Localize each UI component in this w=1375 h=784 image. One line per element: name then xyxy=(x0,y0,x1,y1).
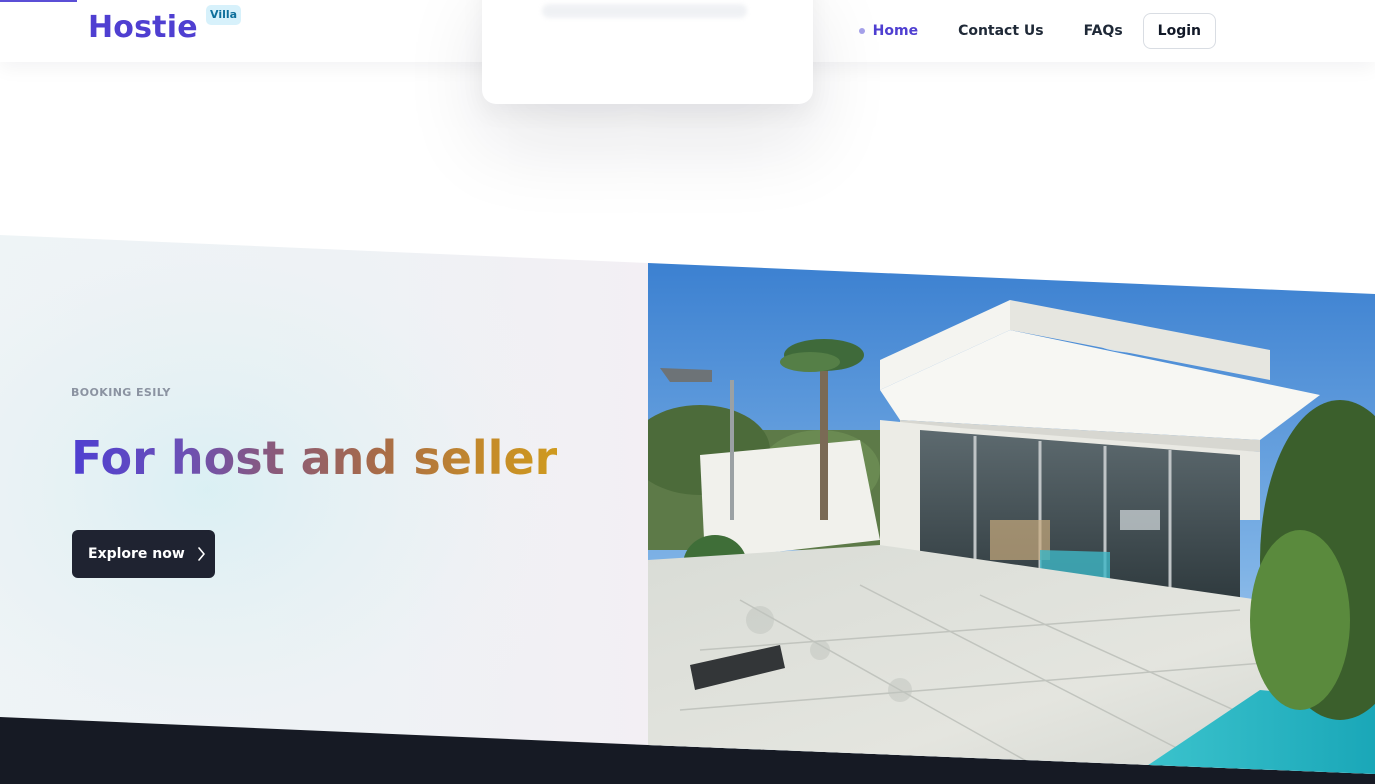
login-button[interactable]: Login xyxy=(1142,13,1216,49)
nav-item-home[interactable]: Home xyxy=(858,13,938,49)
hero-section: BOOKING ESILY For host and seller Explor… xyxy=(0,0,1375,784)
page: BOOKING ESILY For host and seller Explor… xyxy=(0,0,1375,784)
floating-info-card xyxy=(482,0,813,104)
chevron-right-icon xyxy=(198,547,205,561)
site-logo[interactable]: Hostie xyxy=(88,10,198,45)
hero-headline: For host and seller xyxy=(71,431,558,485)
villa-photo xyxy=(648,263,1375,774)
card-text-placeholder xyxy=(542,4,747,18)
nav-item-faqs[interactable]: FAQs xyxy=(1064,13,1143,49)
hero-eyebrow: BOOKING ESILY xyxy=(71,386,171,399)
main-nav: Home Contact Us FAQs Login xyxy=(858,13,1216,49)
logo-badge: Villa xyxy=(206,5,242,25)
nav-item-label: FAQs xyxy=(1083,23,1123,39)
nav-item-contact-us[interactable]: Contact Us xyxy=(938,13,1064,49)
page-load-progress xyxy=(0,0,77,2)
explore-now-label: Explore now xyxy=(88,546,185,562)
active-dot-icon xyxy=(858,28,865,34)
explore-now-button[interactable]: Explore now xyxy=(72,530,215,578)
nav-item-label: Home xyxy=(872,23,919,39)
nav-item-label: Contact Us xyxy=(958,23,1044,39)
